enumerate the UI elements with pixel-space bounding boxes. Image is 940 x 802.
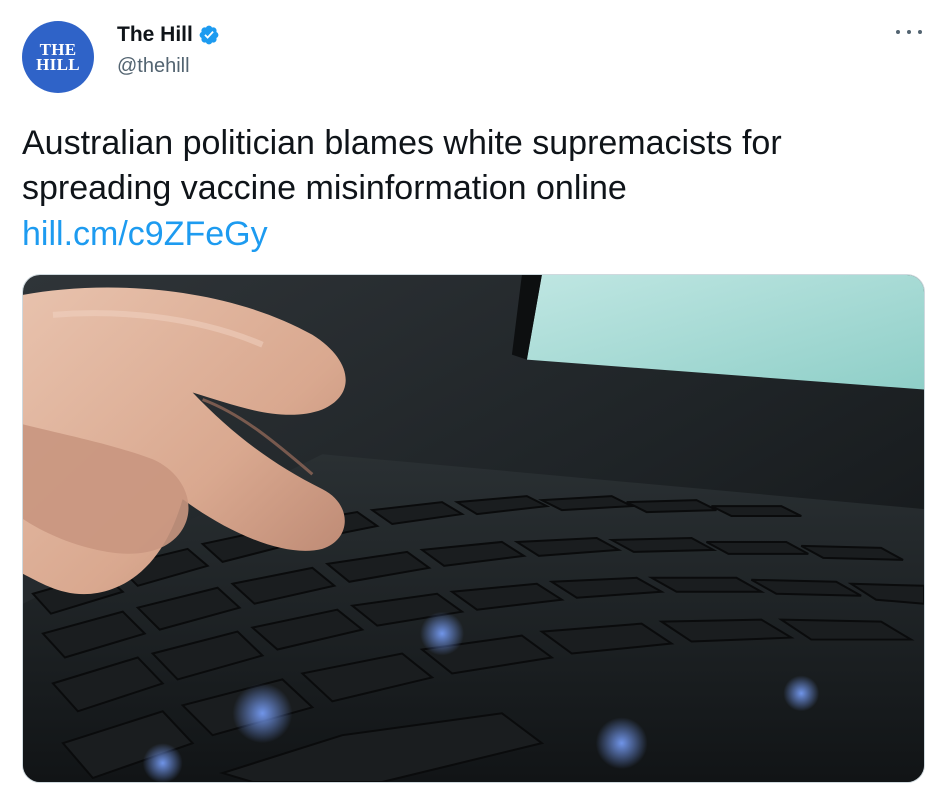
- more-dot: [907, 30, 911, 34]
- avatar-logo-line-2: HILL: [36, 55, 80, 74]
- more-dot: [918, 30, 922, 34]
- tweet-text: Australian politician blames white supre…: [22, 124, 782, 207]
- author-display-name[interactable]: The Hill: [117, 23, 193, 47]
- more-options-icon[interactable]: [896, 22, 922, 42]
- author-handle[interactable]: @thehill: [117, 55, 190, 78]
- more-dot: [896, 30, 900, 34]
- laptop-keyboard-photo: [23, 275, 924, 782]
- author-name-row: The Hill: [117, 23, 220, 47]
- verified-badge-icon: [199, 25, 219, 45]
- tweet-link[interactable]: hill.cm/c9ZFeGy: [22, 212, 268, 257]
- avatar[interactable]: THE HILL: [22, 21, 94, 93]
- tweet-media-image[interactable]: [22, 274, 925, 783]
